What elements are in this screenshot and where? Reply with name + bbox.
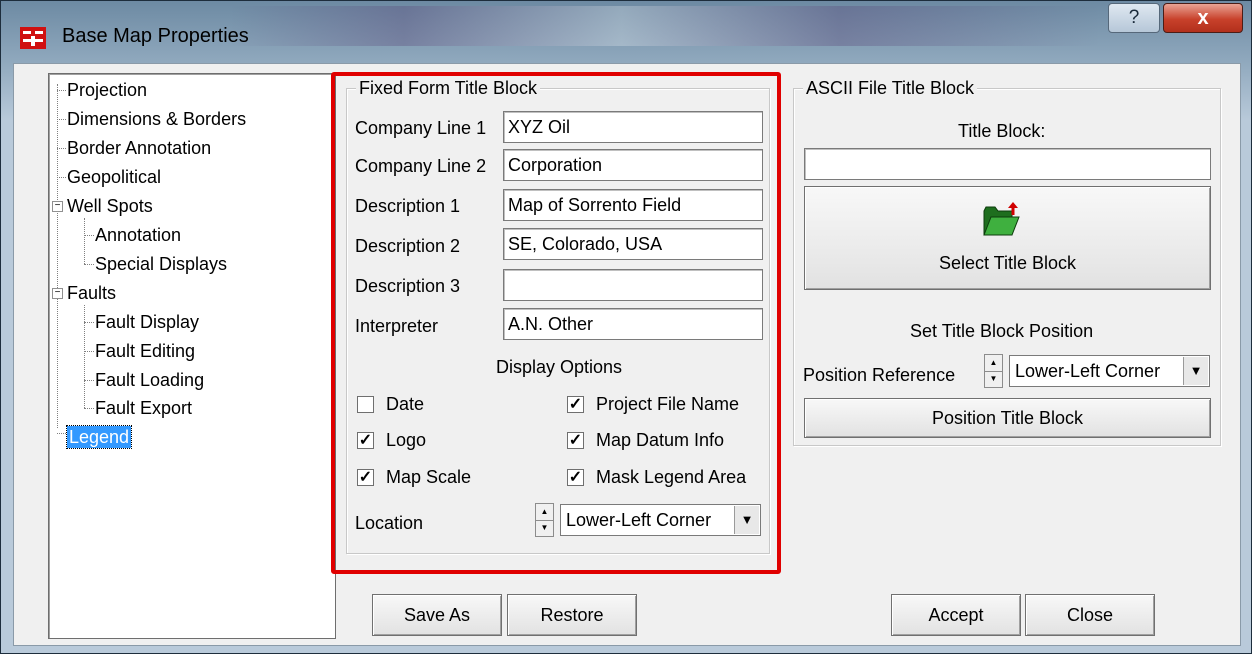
tree-item-special-displays[interactable]: Special Displays [95,253,227,275]
ascii-group-title: ASCII File Title Block [803,78,978,98]
title-block-input[interactable] [804,148,1211,180]
position-reference-value: Lower-Left Corner [1015,361,1161,381]
position-reference-label: Position Reference [803,365,956,385]
tree-item-faults[interactable]: Faults [67,282,116,304]
tree-item-annotation[interactable]: Annotation [95,224,181,246]
tree-connector [57,433,66,434]
help-button[interactable]: ? [1108,3,1160,33]
tree-item-fault-display[interactable]: Fault Display [95,311,199,333]
tree-connector [84,264,94,265]
tree-item-projection[interactable]: Projection [67,79,147,101]
spin-down-icon[interactable]: ▼ [985,371,1002,387]
select-title-block-button[interactable]: Select Title Block [804,186,1211,290]
tree-connector [57,84,58,428]
tree-connector [57,177,66,178]
tree-item-well-spots[interactable]: Well Spots [67,195,153,217]
title-block-label: Title Block: [958,121,1046,141]
set-position-label: Set Title Block Position [910,321,1094,341]
tree-item-legend[interactable]: Legend [65,425,133,449]
tree-item-geopolitical[interactable]: Geopolitical [67,166,161,188]
collapse-icon[interactable]: − [52,201,63,212]
tree-connector [84,408,94,409]
close-button[interactable]: Close [1025,594,1155,636]
position-reference-spinner[interactable]: ▲ ▼ [984,354,1003,388]
window-title: Base Map Properties [62,25,249,47]
window-close-button[interactable]: x [1163,3,1243,33]
select-title-block-label: Select Title Block [938,253,1077,273]
collapse-icon[interactable]: − [52,288,63,299]
app-icon [20,27,46,49]
spin-up-icon[interactable]: ▲ [985,355,1002,372]
titlebar-background [230,6,1100,46]
tree-connector [84,235,94,236]
tree-item-fault-editing[interactable]: Fault Editing [95,340,195,362]
tree-connector [84,305,85,408]
position-title-block-button[interactable]: Position Title Block [804,398,1211,438]
tree-connector [84,380,94,381]
tree-item-border-annotation[interactable]: Border Annotation [67,137,211,159]
tree-item-dimensions-borders[interactable]: Dimensions & Borders [67,108,246,130]
highlight-frame [331,72,781,574]
chevron-down-icon[interactable]: ▼ [1183,357,1208,385]
position-reference-dropdown[interactable]: Lower-Left Corner ▼ [1009,355,1210,387]
tree-connector [84,322,94,323]
category-tree[interactable]: Projection Dimensions & Borders Border A… [48,73,336,639]
tree-connector [84,218,85,264]
accept-button[interactable]: Accept [891,594,1021,636]
folder-open-icon [983,202,1020,236]
tree-connector [57,148,66,149]
tree-connector [57,90,66,91]
tree-connector [84,351,94,352]
tree-item-fault-export[interactable]: Fault Export [95,397,192,419]
restore-button[interactable]: Restore [507,594,637,636]
tree-item-fault-loading[interactable]: Fault Loading [95,369,204,391]
save-as-button[interactable]: Save As [372,594,502,636]
tree-connector [57,119,66,120]
